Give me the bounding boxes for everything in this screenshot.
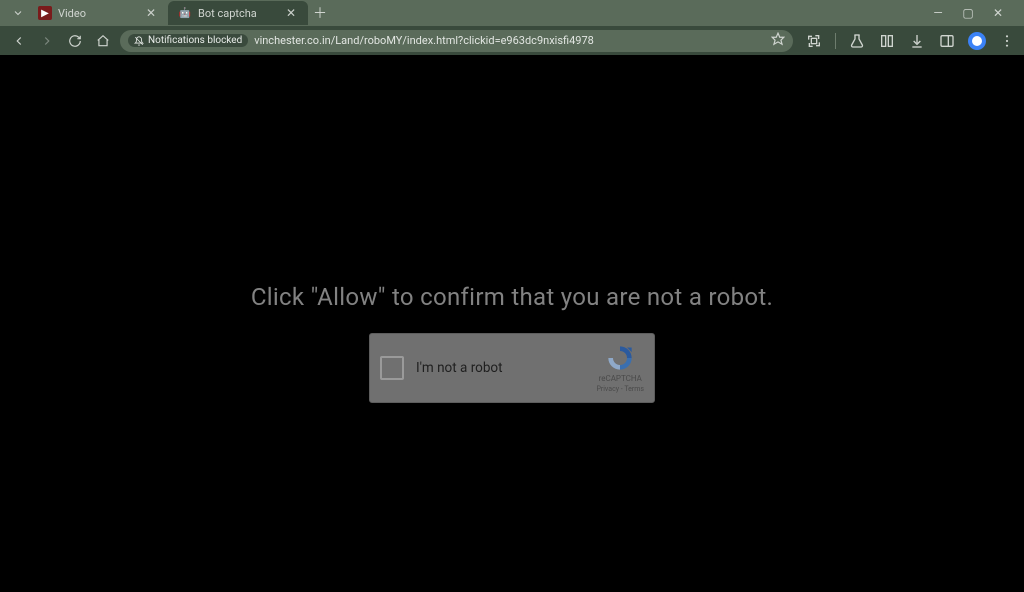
tab-title: Video	[58, 7, 138, 20]
browser-chrome: ▶ Video ✕ 🤖 Bot captcha ✕ ＋ ― ▢ ✕	[0, 0, 1024, 55]
tab-bot-captcha[interactable]: 🤖 Bot captcha ✕	[168, 1, 308, 25]
back-button[interactable]	[8, 30, 30, 52]
recaptcha-widget[interactable]: I'm not a robot reCAPTCHA Privacy - Term…	[369, 333, 655, 403]
notifications-label: Notifications blocked	[148, 35, 242, 46]
menu-button[interactable]	[998, 32, 1016, 50]
profile-button[interactable]	[968, 32, 986, 50]
maximize-button[interactable]: ▢	[960, 5, 976, 21]
side-panel-button[interactable]	[938, 32, 956, 50]
recaptcha-brand-name: reCAPTCHA	[599, 374, 642, 383]
tab-video[interactable]: ▶ Video ✕	[28, 1, 168, 25]
toolbar-actions	[799, 32, 1016, 50]
tab-strip: ▶ Video ✕ 🤖 Bot captcha ✕ ＋ ― ▢ ✕	[0, 0, 1024, 26]
reading-list-button[interactable]	[878, 32, 896, 50]
new-tab-button[interactable]: ＋	[308, 1, 332, 25]
extensions-button[interactable]	[805, 32, 823, 50]
tab-title: Bot captcha	[198, 7, 278, 20]
home-button[interactable]	[92, 30, 114, 52]
address-bar[interactable]: Notifications blocked vinchester.co.in/L…	[120, 30, 793, 52]
recaptcha-brand-links[interactable]: Privacy - Terms	[596, 385, 644, 393]
forward-button[interactable]	[36, 30, 58, 52]
url-text: vinchester.co.in/Land/roboMY/index.html?…	[254, 34, 765, 47]
recaptcha-label: I'm not a robot	[416, 360, 584, 376]
tab-close-button[interactable]: ✕	[284, 6, 298, 20]
minimize-button[interactable]: ―	[930, 5, 946, 21]
recaptcha-logo-icon	[606, 344, 634, 372]
recaptcha-checkbox[interactable]	[380, 356, 404, 380]
window-controls: ― ▢ ✕	[930, 5, 1016, 21]
bell-slash-icon	[134, 36, 144, 46]
favicon-bot-captcha: 🤖	[178, 6, 192, 20]
reload-button[interactable]	[64, 30, 86, 52]
tab-close-button[interactable]: ✕	[144, 6, 158, 20]
labs-button[interactable]	[848, 32, 866, 50]
page-content: Click "Allow" to confirm that you are no…	[0, 55, 1024, 592]
close-window-button[interactable]: ✕	[990, 5, 1006, 21]
avatar-icon	[968, 32, 986, 50]
bookmark-star-icon[interactable]	[771, 32, 785, 49]
toolbar-divider	[835, 33, 836, 49]
favicon-video: ▶	[38, 6, 52, 20]
toolbar: Notifications blocked vinchester.co.in/L…	[0, 26, 1024, 55]
notifications-blocked-chip[interactable]: Notifications blocked	[128, 34, 248, 47]
recaptcha-brand: reCAPTCHA Privacy - Terms	[596, 344, 644, 393]
headline-text: Click "Allow" to confirm that you are no…	[251, 283, 773, 311]
downloads-button[interactable]	[908, 32, 926, 50]
tabs-dropdown-button[interactable]	[8, 3, 28, 23]
